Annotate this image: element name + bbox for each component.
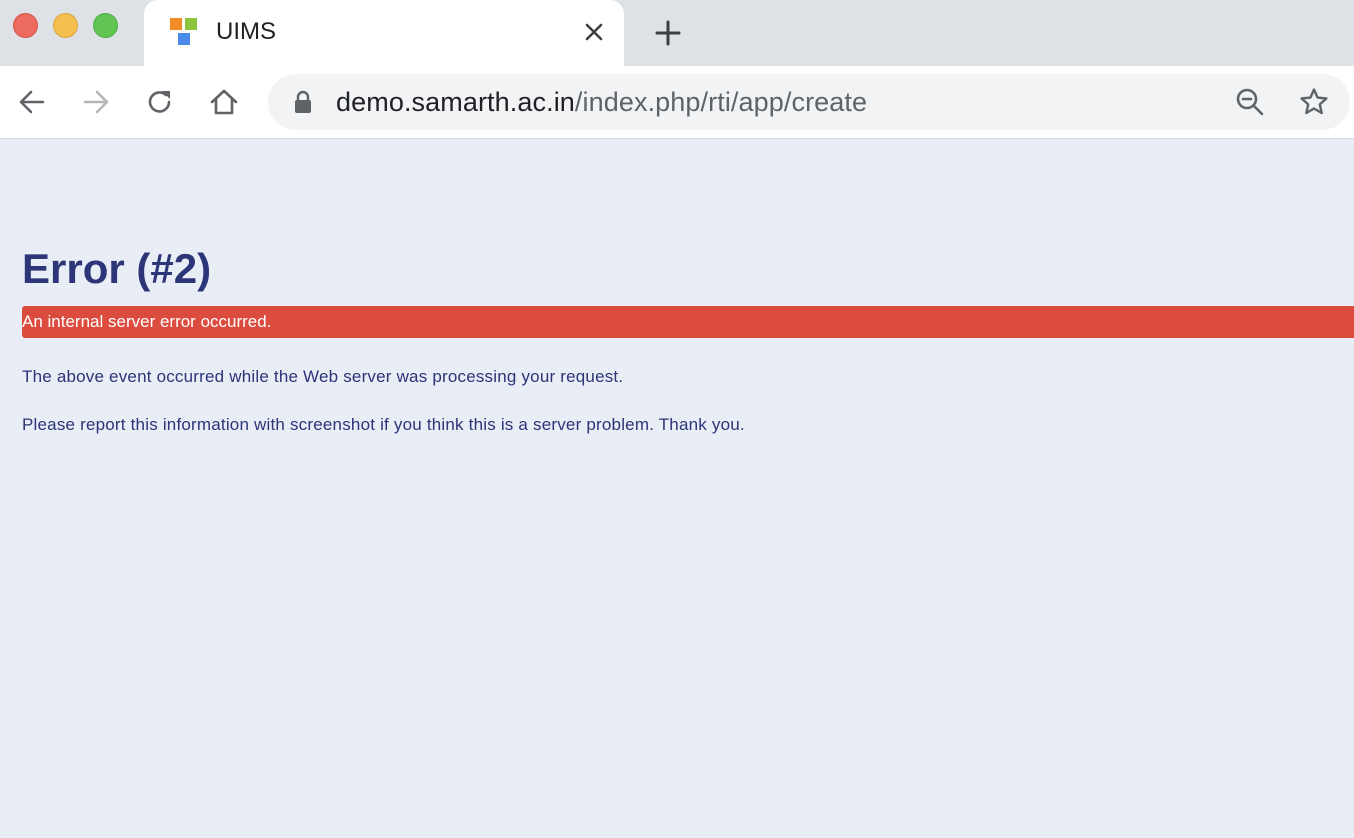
page-content: Error (#2) An internal server error occu… <box>0 139 1354 838</box>
tab-strip: UIMS <box>0 0 1354 66</box>
report-instructions: Please report this information with scre… <box>22 415 745 434</box>
reload-icon[interactable] <box>144 86 176 118</box>
window-maximize-button[interactable] <box>93 13 118 38</box>
zoom-out-icon[interactable] <box>1234 86 1266 118</box>
error-banner: An internal server error occurred. <box>22 306 1354 338</box>
window-minimize-button[interactable] <box>53 13 78 38</box>
url-path: /index.php/rti/app/create <box>574 87 868 117</box>
forward-arrow-icon[interactable] <box>80 86 112 118</box>
tab-title: UIMS <box>216 18 276 45</box>
page-title: Error (#2) <box>22 245 212 292</box>
bookmark-star-icon[interactable] <box>1298 86 1330 118</box>
url-host: demo.samarth.ac.in <box>336 87 575 117</box>
error-description: The above event occurred while the Web s… <box>22 367 624 386</box>
error-banner-text: An internal server error occurred. <box>22 312 272 331</box>
address-bar[interactable]: demo.samarth.ac.in/index.php/rti/app/cre… <box>268 74 1350 130</box>
new-tab-plus-icon[interactable] <box>652 17 684 49</box>
url-text[interactable]: demo.samarth.ac.in/index.php/rti/app/cre… <box>336 87 867 118</box>
tab-uims[interactable]: UIMS <box>144 0 624 66</box>
browser-toolbar: demo.samarth.ac.in/index.php/rti/app/cre… <box>0 66 1354 139</box>
home-icon[interactable] <box>208 86 240 118</box>
uims-favicon-icon <box>170 18 200 48</box>
window-close-button[interactable] <box>13 13 38 38</box>
back-arrow-icon[interactable] <box>16 86 48 118</box>
close-icon[interactable] <box>582 20 606 44</box>
lock-icon[interactable] <box>292 90 314 114</box>
